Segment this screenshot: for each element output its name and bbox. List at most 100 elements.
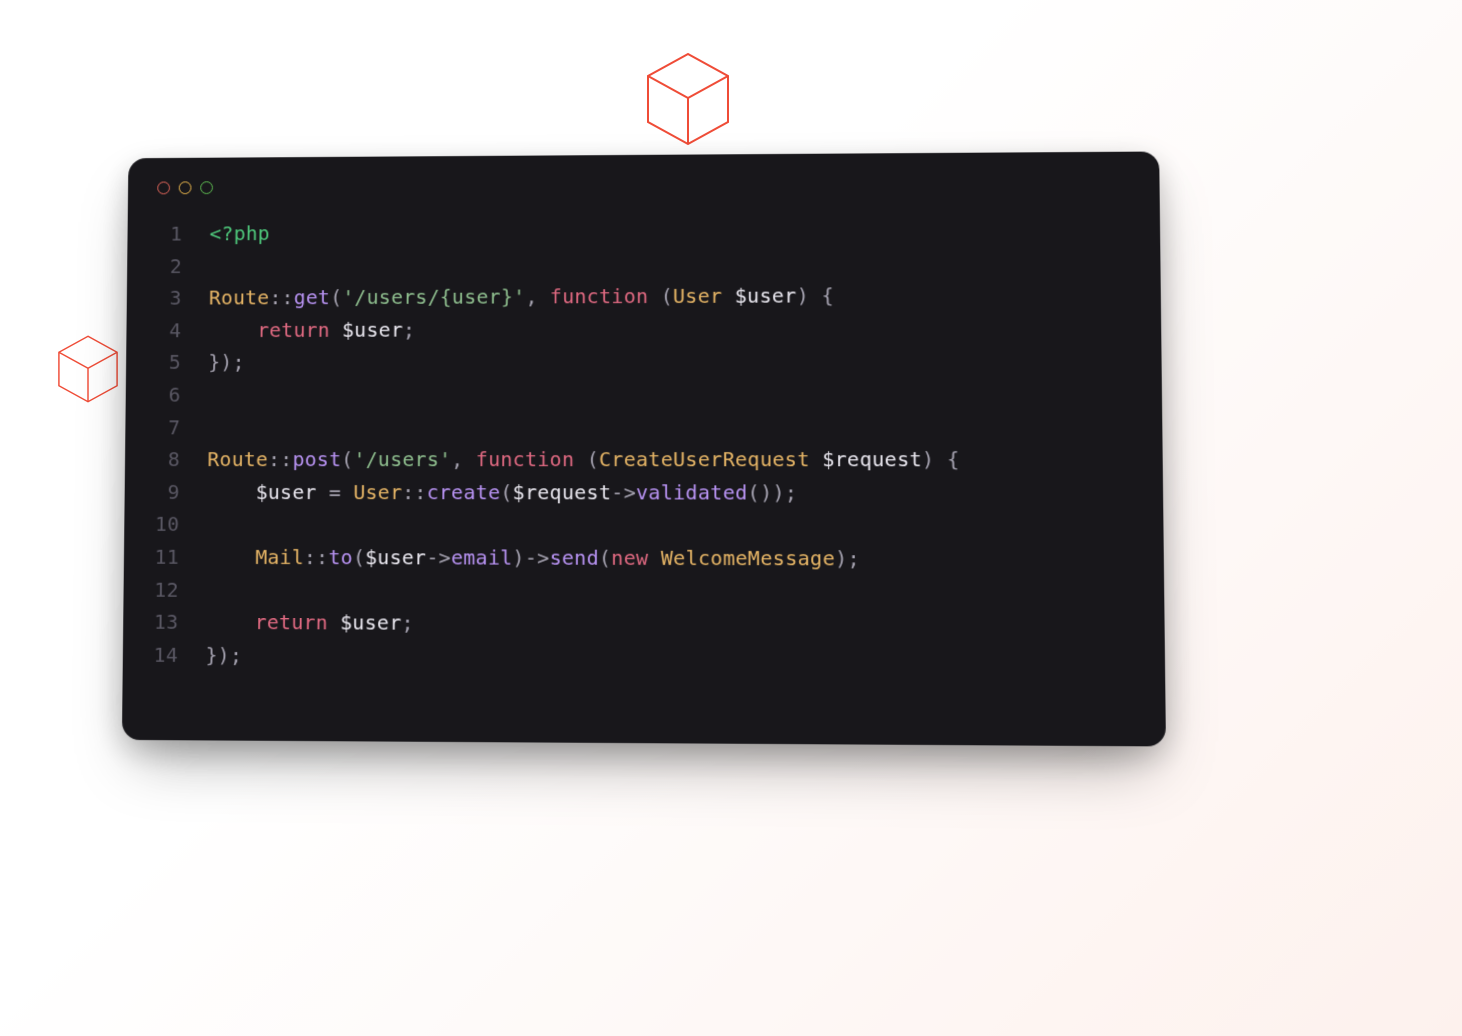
token-class: CreateUserRequest [599,447,810,471]
token-punct: ( [587,447,599,471]
line-content: return $user; [209,314,416,347]
line-content [208,379,220,411]
token-var: $user [256,480,317,504]
code-line: 3Route::get('/users/{user}', function (U… [154,278,1132,314]
code-line: 14}); [150,638,1136,675]
token-keyword: function [550,284,661,308]
token-punct: ; [401,611,413,635]
line-number: 14 [150,638,206,671]
token-punct [206,545,255,569]
traffic-zoom-icon [200,181,213,194]
line-number: 11 [151,541,206,574]
token-var: $user [342,318,403,342]
code-block: 1<?php2 3Route::get('/users/{user}', fun… [150,213,1136,676]
token-punct [209,318,258,342]
token-punct [722,284,734,308]
token-arrow: -> [426,545,451,569]
token-var: $user [735,284,797,308]
token-punct [206,610,255,634]
token-arrow: -> [525,545,550,569]
code-line: 7 [153,410,1134,443]
line-content: $user = User::create($request->validated… [207,476,797,509]
token-punct: }); [206,643,243,667]
token-punct: ( [500,480,512,504]
line-number: 12 [151,573,206,606]
token-class: Route [209,286,270,310]
line-content [208,411,220,443]
line-number: 13 [151,606,206,639]
line-number: 3 [154,282,209,314]
token-scope: :: [402,480,427,504]
token-class: User [353,480,402,504]
line-number: 10 [152,508,207,541]
token-var: $user [340,610,401,634]
code-editor-window: 1<?php2 3Route::get('/users/{user}', fun… [122,151,1166,746]
traffic-minimize-icon [179,181,192,194]
line-content [207,508,219,541]
token-keyword: new [611,546,661,570]
token-punct: , [451,447,476,471]
line-content: }); [208,346,245,378]
token-var: $request [513,480,612,504]
line-number: 5 [153,346,208,378]
cube-decoration-icon [56,332,120,406]
token-punct: , [525,285,550,309]
token-punct [810,447,823,471]
line-content: <?php [209,217,270,249]
token-keyword: return [257,318,342,342]
token-punct: ) { [797,284,834,308]
token-prop: email [451,545,513,569]
token-keyword: function [476,447,587,471]
token-punct: ; [403,317,415,341]
code-line: 9 $user = User::create($request->validat… [152,476,1135,510]
code-line: 6 [153,377,1133,411]
token-punct: }); [208,350,245,374]
token-method: get [294,285,331,309]
token-punct: ); [835,546,860,570]
line-number: 9 [152,476,207,508]
token-arrow: -> [611,480,636,504]
token-punct: ( [330,285,342,309]
token-prop: send [549,545,598,569]
token-var: $request [822,447,922,471]
token-string: '/users/{user}' [342,285,525,309]
code-line: 1<?php [155,213,1132,250]
token-class: Route [207,447,268,471]
token-keyword: return [255,610,341,634]
token-punct: ( [353,545,365,569]
token-method: create [427,480,501,504]
token-scope: :: [269,286,293,310]
token-class: WelcomeMessage [661,546,835,571]
traffic-close-icon [157,182,170,195]
line-number: 4 [154,314,209,346]
token-punct: ( [661,284,673,308]
window-traffic-lights [155,172,1131,218]
token-scope: :: [304,545,329,569]
token-punct: ) { [922,447,960,471]
token-class: User [673,284,722,308]
line-content: Route::post('/users', function (CreateUs… [207,443,959,476]
line-content: Mail::to($user->email)->send(new Welcome… [206,541,860,575]
code-line: 10 [152,508,1135,542]
token-method: to [328,545,353,569]
code-line: 4 return $user; [154,311,1133,346]
token-punct: ()); [748,480,798,504]
code-line: 11 Mail::to($user->email)->send(new Welc… [151,541,1135,576]
token-punct: ( [341,447,353,471]
token-punct: ( [599,546,611,570]
line-number: 8 [152,443,207,475]
code-line: 12 [151,573,1136,609]
line-number: 2 [154,250,209,282]
line-content: return $user; [206,606,414,639]
token-var: $user [365,545,426,569]
token-class: Mail [255,545,304,569]
token-method: post [292,447,341,471]
line-number: 7 [153,411,208,443]
code-line: 8Route::post('/users', function (CreateU… [152,443,1134,476]
code-line: 5}); [153,344,1133,379]
line-number: 1 [155,218,210,250]
cube-decoration-icon [644,50,732,148]
line-content: Route::get('/users/{user}', function (Us… [209,280,834,315]
line-content [209,250,221,282]
code-line: 13 return $user; [151,606,1136,643]
